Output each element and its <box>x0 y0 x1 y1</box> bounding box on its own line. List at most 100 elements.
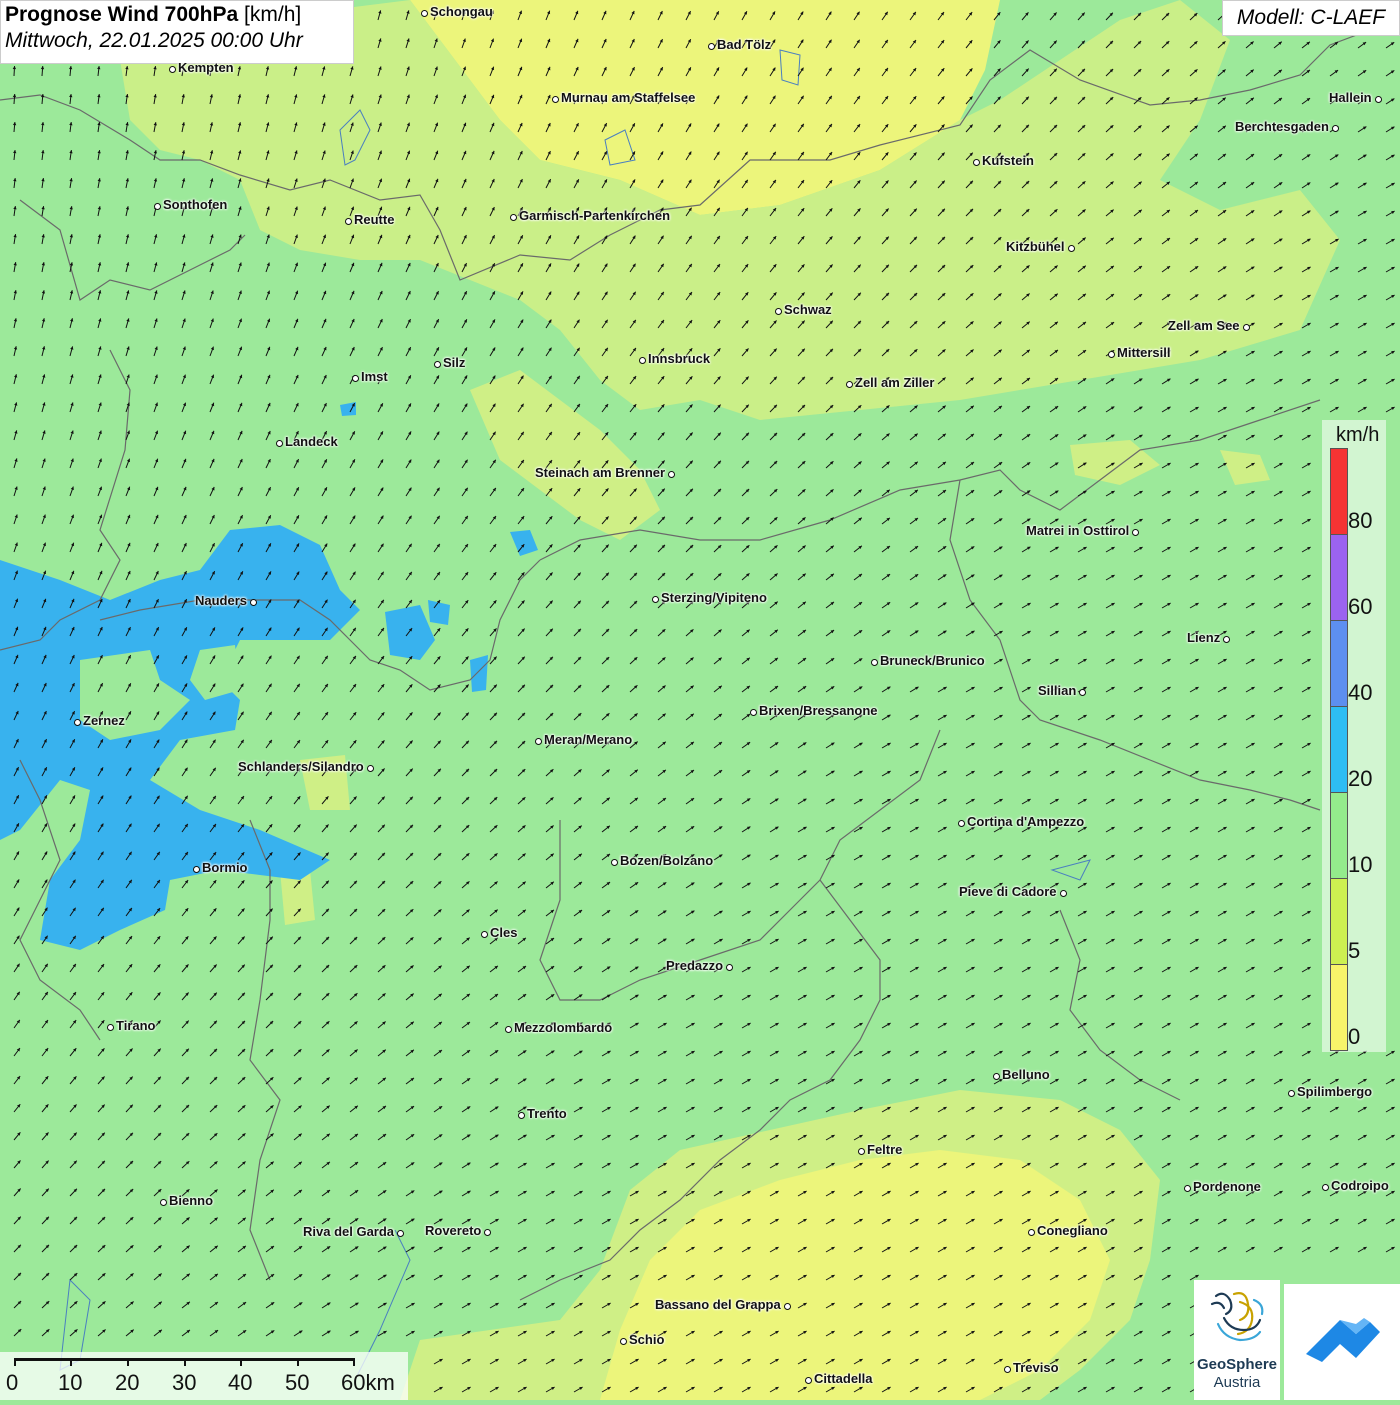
city-label: Bad Tölz <box>717 37 772 52</box>
city-marker <box>992 1072 1000 1080</box>
city-label: Treviso <box>1013 1360 1059 1375</box>
legend-segment-60 <box>1330 534 1348 621</box>
city-marker <box>1287 1089 1295 1097</box>
scale-tick <box>70 1358 72 1366</box>
city-label: Bormio <box>202 860 248 875</box>
legend-tick-80: 80 <box>1348 508 1373 533</box>
city-label: Tirano <box>116 1018 156 1033</box>
city-marker <box>483 1228 491 1236</box>
legend-tick-40: 40 <box>1348 680 1373 705</box>
city-marker <box>783 1302 791 1310</box>
city-marker <box>396 1229 404 1237</box>
geosphere-text-1: GeoSphere <box>1196 1356 1278 1373</box>
city-label: Zernez <box>83 713 125 728</box>
city-marker <box>249 598 257 606</box>
legend-segment-20 <box>1330 706 1348 793</box>
legend-tick-60: 60 <box>1348 594 1373 619</box>
city-label: Spilimbergo <box>1297 1084 1373 1099</box>
city-marker <box>638 356 646 364</box>
city-label: Predazzo <box>666 958 724 973</box>
city-marker <box>366 764 374 772</box>
legend-segment-80 <box>1330 448 1348 535</box>
city-marker <box>1331 124 1339 132</box>
legend-tick-5: 5 <box>1348 938 1361 963</box>
city-marker <box>1107 350 1115 358</box>
legend-tick-0: 0 <box>1348 1024 1361 1049</box>
city-label: Garmisch-Partenkirchen <box>519 208 671 223</box>
city-label: Cittadella <box>814 1371 873 1386</box>
legend-segment-10 <box>1330 792 1348 879</box>
city-label: Kufstein <box>982 153 1034 168</box>
legend-unit: km/h <box>1336 424 1380 446</box>
geosphere-icon <box>1210 1292 1264 1342</box>
city-label: Codroipo <box>1331 1178 1389 1193</box>
city-marker <box>1374 95 1382 103</box>
city-label: Bienno <box>169 1193 214 1208</box>
city-label: Cortina d'Ampezzo <box>967 814 1085 829</box>
city-label: Bozen/Bolzano <box>620 853 714 868</box>
city-label: Innsbruck <box>648 351 711 366</box>
city-label: Murnau am Staffelsee <box>561 90 696 105</box>
city-label: Rovereto <box>425 1223 482 1238</box>
city-marker <box>344 217 352 225</box>
city-marker <box>73 718 81 726</box>
city-marker <box>1003 1365 1011 1373</box>
city-marker <box>1242 323 1250 331</box>
city-marker <box>168 65 176 73</box>
scale-label-10: 10 <box>58 1370 83 1395</box>
city-label: Conegliano <box>1037 1223 1108 1238</box>
legend-segment-40 <box>1330 620 1348 707</box>
city-label: Sonthofen <box>163 197 228 212</box>
city-label: Trento <box>527 1106 567 1121</box>
city-label: Landeck <box>285 434 338 449</box>
city-marker <box>1078 688 1086 696</box>
city-marker <box>1027 1228 1035 1236</box>
city-marker <box>870 658 878 666</box>
city-label: Pieve di Cadore <box>959 884 1057 899</box>
city-label: Riva del Garda <box>303 1224 395 1239</box>
city-label: Nauders <box>195 593 248 608</box>
city-marker <box>610 858 618 866</box>
city-marker <box>509 213 517 221</box>
legend-tick-10: 10 <box>1348 852 1373 877</box>
city-marker <box>433 360 441 368</box>
city-marker <box>957 819 965 827</box>
scale-tick <box>14 1358 16 1366</box>
city-marker <box>192 865 200 873</box>
geosphere-logo[interactable]: GeoSphere Austria <box>1194 1280 1280 1400</box>
city-marker <box>153 202 161 210</box>
city-marker <box>504 1025 512 1033</box>
scale-label-0: 0 <box>6 1370 19 1395</box>
city-label: Sillian <box>1038 683 1077 698</box>
city-marker <box>1067 244 1075 252</box>
city-label: Belluno <box>1002 1067 1050 1082</box>
scale-bar: 0 10 20 30 40 50 60km <box>0 1352 408 1400</box>
city-marker <box>619 1337 627 1345</box>
city-label: Zell am See <box>1168 318 1240 333</box>
city-label: Sterzing/Vipiteno <box>661 590 767 605</box>
city-label: Feltre <box>867 1142 903 1157</box>
city-marker <box>725 963 733 971</box>
city-label: Silz <box>443 355 466 370</box>
legend-segment-0 <box>1330 964 1348 1051</box>
legend-tick-20: 20 <box>1348 766 1373 791</box>
geosphere-text-2: Austria <box>1213 1374 1261 1391</box>
city-label: Matrei in Osttirol <box>1026 523 1130 538</box>
city-marker <box>749 708 757 716</box>
city-marker <box>159 1198 167 1206</box>
city-marker <box>106 1023 114 1031</box>
scale-tick <box>127 1358 129 1366</box>
wind-cloud-logo[interactable] <box>1284 1284 1400 1400</box>
city-marker <box>1321 1183 1329 1191</box>
city-label: Berchtesgaden <box>1235 119 1329 134</box>
city-marker <box>707 42 715 50</box>
city-marker <box>845 380 853 388</box>
city-marker <box>972 158 980 166</box>
city-label: Kitzbühel <box>1006 239 1065 254</box>
scale-label-50: 50 <box>285 1370 310 1395</box>
city-label: Meran/Merano <box>544 732 633 747</box>
city-label: Kempten <box>178 60 234 75</box>
city-label: Steinach am Brenner <box>535 465 666 480</box>
city-label: Bruneck/Brunico <box>880 653 985 668</box>
city-label: Schwaz <box>784 302 832 317</box>
